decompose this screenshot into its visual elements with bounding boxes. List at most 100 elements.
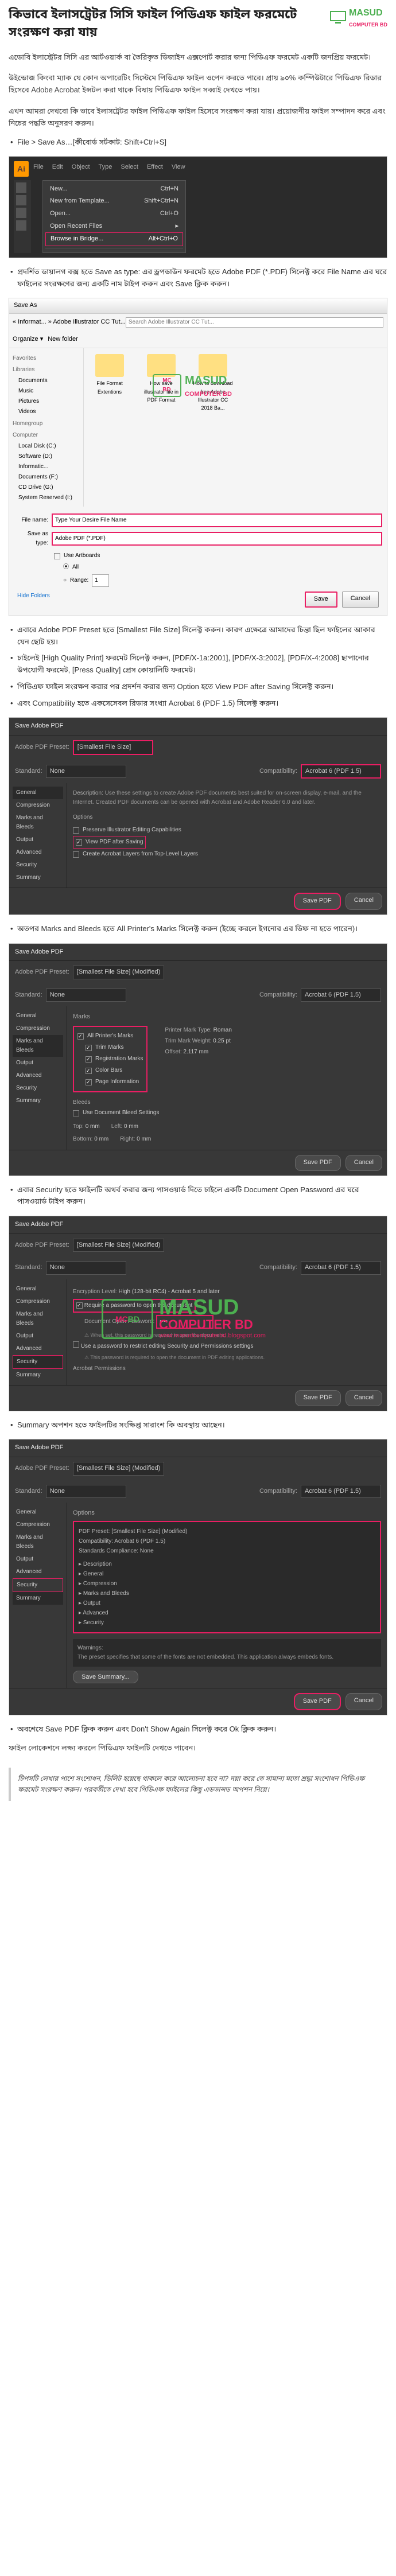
tab-output[interactable]: Output — [13, 1330, 63, 1343]
ai-app-icon: Ai — [14, 161, 29, 176]
trim-marks-check[interactable]: Trim Marks — [95, 1043, 124, 1052]
page-info-check[interactable]: Page Information — [95, 1077, 139, 1087]
tab-general[interactable]: General — [13, 1283, 63, 1295]
reg-marks-check[interactable]: Registration Marks — [95, 1054, 143, 1064]
sidebar-documents[interactable]: Documents — [13, 376, 80, 386]
tab-output[interactable]: Output — [13, 1553, 63, 1566]
save-pdf-button[interactable]: Save PDF — [295, 1155, 341, 1171]
tab-summary[interactable]: Summary — [13, 871, 63, 884]
preset-select[interactable]: [Smallest File Size] (Modified) — [73, 1462, 165, 1476]
site-logo: MASUD COMPUTER BD — [329, 6, 387, 29]
cancel-button[interactable]: Cancel — [345, 1155, 382, 1171]
save-pdf-button[interactable]: Save PDF — [295, 1390, 341, 1406]
tab-general[interactable]: General — [13, 1010, 63, 1022]
sidebar-drive-f[interactable]: Documents (F:) — [13, 472, 80, 482]
menu-browse-bridge[interactable]: Browse in Bridge...Alt+Ctrl+O — [45, 232, 183, 246]
breadcrumb[interactable]: « Informat... » Adobe Illustrator CC Tut… — [13, 317, 126, 328]
preset-select[interactable]: [Smallest File Size] (Modified) — [73, 966, 165, 979]
save-pdf-button[interactable]: Save PDF — [294, 893, 341, 910]
tab-marks[interactable]: Marks and Bleeds — [13, 1531, 63, 1553]
use-artboards-check[interactable]: Use Artboards — [64, 551, 100, 561]
menu-view[interactable]: View — [172, 162, 185, 173]
view-after-save-check[interactable]: View PDF after Saving — [86, 838, 143, 847]
color-bars-check[interactable]: Color Bars — [95, 1066, 122, 1075]
tab-security[interactable]: Security — [13, 859, 63, 871]
tab-summary[interactable]: Summary — [13, 1369, 63, 1382]
tab-compression[interactable]: Compression — [13, 799, 63, 812]
sidebar-drive-c[interactable]: Local Disk (C:) — [13, 441, 80, 452]
standard-select[interactable]: None — [46, 765, 126, 779]
tab-advanced[interactable]: Advanced — [13, 846, 63, 859]
cancel-button[interactable]: Cancel — [342, 592, 379, 608]
menu-new-template[interactable]: New from Template...Shift+Ctrl+N — [45, 195, 183, 208]
compat-select[interactable]: Acrobat 6 (PDF 1.5) — [301, 764, 381, 779]
standard-select[interactable]: None — [46, 1261, 126, 1275]
cancel-button[interactable]: Cancel — [345, 893, 382, 910]
folder-1[interactable]: File Format Extentions — [90, 354, 130, 413]
menu-recent[interactable]: Open Recent Files▸ — [45, 220, 183, 233]
search-input[interactable] — [126, 317, 383, 328]
warning-text: The preset specifies that some of the fo… — [77, 1653, 376, 1662]
tab-advanced[interactable]: Advanced — [13, 1566, 63, 1578]
doc-bleed-check[interactable]: Use Document Bleed Settings — [83, 1108, 159, 1118]
restrict-editing-check[interactable]: Use a password to restrict editing Secur… — [81, 1343, 254, 1349]
standard-select[interactable]: None — [46, 989, 126, 1002]
sidebar-music[interactable]: Music — [13, 386, 80, 396]
tab-marks[interactable]: Marks and Bleeds — [13, 1035, 63, 1057]
screenshot-pdf-general: Save Adobe PDF Adobe PDF Preset: [Smalle… — [9, 717, 387, 915]
preset-select[interactable]: [Smallest File Size] (Modified) — [73, 1239, 165, 1252]
range-radio[interactable]: Range: — [70, 576, 88, 585]
menu-file[interactable]: File — [33, 162, 44, 173]
filename-input[interactable]: Type Your Desire File Name — [52, 513, 382, 527]
compat-select[interactable]: Acrobat 6 (PDF 1.5) — [301, 1261, 381, 1275]
hide-folders-link[interactable]: Hide Folders — [17, 592, 50, 608]
compat-select[interactable]: Acrobat 6 (PDF 1.5) — [301, 1485, 381, 1499]
tab-compression[interactable]: Compression — [13, 1295, 63, 1308]
sidebar-videos[interactable]: Videos — [13, 407, 80, 417]
tab-summary[interactable]: Summary — [13, 1592, 63, 1605]
menu-edit[interactable]: Edit — [52, 162, 63, 173]
monitor-icon — [329, 10, 347, 24]
sidebar-pictures[interactable]: Pictures — [13, 396, 80, 407]
sidebar-drive-e[interactable]: Informatic... — [13, 462, 80, 472]
cancel-button[interactable]: Cancel — [345, 1693, 382, 1710]
tab-advanced[interactable]: Advanced — [13, 1343, 63, 1355]
standard-select[interactable]: None — [46, 1485, 126, 1499]
tab-output[interactable]: Output — [13, 1057, 63, 1069]
tab-marks[interactable]: Marks and Bleeds — [13, 1308, 63, 1330]
tab-summary[interactable]: Summary — [13, 1095, 63, 1107]
menu-type[interactable]: Type — [99, 162, 112, 173]
save-button[interactable]: Save — [305, 592, 337, 608]
new-folder-button[interactable]: New folder — [48, 334, 78, 345]
all-radio[interactable]: All — [72, 563, 79, 572]
step-10: অবশেষে Save PDF ক্লিক করুন এবং Don't Sho… — [0, 1721, 396, 1738]
organize-button[interactable]: Organize ▾ — [13, 334, 43, 345]
preserve-editing-check[interactable]: Preserve Illustrator Editing Capabilitie… — [83, 826, 181, 835]
menu-effect[interactable]: Effect — [147, 162, 163, 173]
save-summary-button[interactable]: Save Summary... — [73, 1671, 138, 1683]
filetype-select[interactable]: Adobe PDF (*.PDF) — [52, 532, 382, 546]
tab-advanced[interactable]: Advanced — [13, 1069, 63, 1082]
tab-security[interactable]: Security — [13, 1355, 63, 1369]
all-marks-check[interactable]: All Printer's Marks — [87, 1032, 133, 1041]
tab-general[interactable]: General — [13, 1506, 63, 1519]
cancel-button[interactable]: Cancel — [345, 1390, 382, 1406]
tab-compression[interactable]: Compression — [13, 1022, 63, 1035]
compat-select[interactable]: Acrobat 6 (PDF 1.5) — [301, 989, 381, 1002]
sidebar-drive-i[interactable]: System Reserved (I:) — [13, 493, 80, 503]
tab-general[interactable]: General — [13, 787, 63, 799]
tab-output[interactable]: Output — [13, 834, 63, 846]
tab-security[interactable]: Security — [13, 1082, 63, 1095]
save-pdf-button[interactable]: Save PDF — [294, 1693, 341, 1710]
tab-marks[interactable]: Marks and Bleeds — [13, 812, 63, 834]
tab-compression[interactable]: Compression — [13, 1519, 63, 1531]
sidebar-drive-d[interactable]: Software (D:) — [13, 452, 80, 462]
menu-new[interactable]: New...Ctrl+N — [45, 183, 183, 196]
menu-open[interactable]: Open...Ctrl+O — [45, 208, 183, 220]
menu-select[interactable]: Select — [121, 162, 138, 173]
tab-security[interactable]: Security — [13, 1578, 63, 1592]
sidebar-drive-g[interactable]: CD Drive (G:) — [13, 482, 80, 493]
preset-select[interactable]: [Smallest File Size] — [73, 740, 153, 755]
acrobat-layers-check[interactable]: Create Acrobat Layers from Top-Level Lay… — [83, 850, 198, 859]
menu-object[interactable]: Object — [72, 162, 90, 173]
